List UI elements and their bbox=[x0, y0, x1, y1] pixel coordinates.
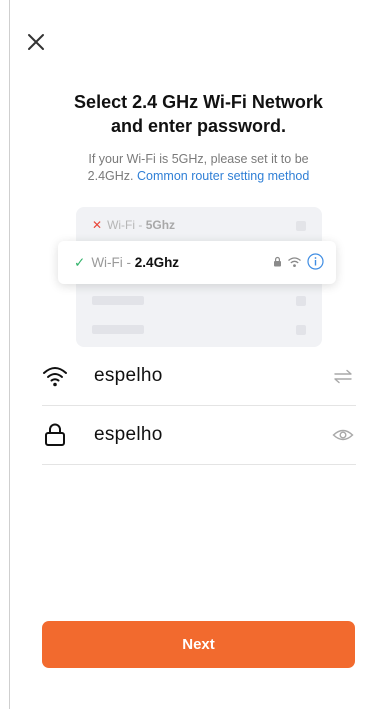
placeholder-square bbox=[296, 296, 306, 306]
frame-border bbox=[9, 0, 10, 709]
placeholder-square bbox=[296, 325, 306, 335]
network-24ghz-prefix: Wi-Fi - bbox=[91, 255, 135, 270]
wifi-icon bbox=[43, 367, 67, 387]
page-title-line1: Select 2.4 GHz Wi-Fi Network bbox=[74, 92, 323, 112]
password-value[interactable]: espelho bbox=[94, 424, 163, 446]
subtitle-line1: If your Wi-Fi is 5GHz, please set it to … bbox=[88, 152, 309, 166]
network-row-24ghz: ✓ Wi-Fi - 2.4Ghz bbox=[58, 241, 336, 284]
page-subtitle: If your Wi-Fi is 5GHz, please set it to … bbox=[36, 151, 361, 185]
cross-icon: ✕ bbox=[92, 218, 103, 232]
placeholder-bar bbox=[92, 296, 144, 305]
page-title-line2: and enter password. bbox=[110, 116, 287, 136]
check-icon: ✓ bbox=[74, 255, 86, 270]
divider bbox=[42, 464, 356, 465]
info-icon bbox=[307, 253, 324, 270]
close-icon[interactable] bbox=[24, 30, 48, 54]
lock-small-icon bbox=[274, 256, 281, 267]
wifi-name-field[interactable]: espelho bbox=[42, 347, 356, 404]
network-5ghz-band: 5Ghz bbox=[145, 218, 176, 232]
network-5ghz-prefix: Wi-Fi - bbox=[107, 218, 146, 232]
switch-network-icon[interactable] bbox=[332, 366, 354, 386]
subtitle-line2: 2.4GHz. bbox=[87, 169, 134, 183]
password-field[interactable]: espelho bbox=[42, 406, 356, 463]
network-row-5ghz: ✕ Wi-Fi - 5Ghz bbox=[92, 218, 175, 232]
eye-icon[interactable] bbox=[332, 425, 354, 445]
wifi-small-icon bbox=[288, 256, 301, 267]
placeholder-bar bbox=[92, 325, 144, 334]
lock-icon bbox=[45, 423, 65, 446]
router-setting-link[interactable]: Common router setting method bbox=[137, 169, 309, 183]
placeholder-square bbox=[296, 221, 306, 231]
network-24ghz-band: 2.4Ghz bbox=[134, 255, 180, 270]
page-title: Select 2.4 GHz Wi-Fi Network and enter p… bbox=[30, 90, 367, 138]
next-button[interactable]: Next bbox=[42, 621, 355, 668]
wifi-name-value[interactable]: espelho bbox=[94, 365, 163, 387]
